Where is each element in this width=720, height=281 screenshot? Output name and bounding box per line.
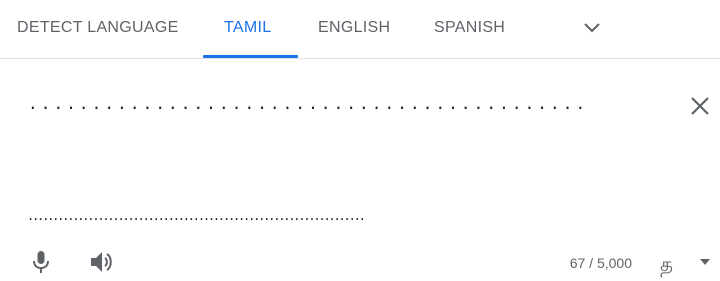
microphone-icon — [33, 251, 49, 273]
voice-input-button[interactable] — [28, 249, 54, 275]
chevron-down-icon — [584, 23, 600, 33]
close-icon — [691, 97, 709, 115]
source-language-tabs: DETECT LANGUAGE TAMIL ENGLISH SPANISH — [0, 0, 720, 59]
source-text-line-2[interactable]: ........................................… — [27, 206, 365, 226]
tab-tamil[interactable]: TAMIL — [224, 0, 271, 58]
active-tab-indicator — [203, 55, 298, 58]
tab-detect-language[interactable]: DETECT LANGUAGE — [17, 0, 179, 58]
caret-down-icon — [700, 259, 710, 265]
listen-button[interactable] — [88, 249, 118, 275]
character-count: 67 / 5,000 — [569, 255, 632, 271]
clear-source-text-button[interactable] — [686, 92, 714, 120]
more-languages-button[interactable] — [578, 14, 606, 42]
tamil-input-tool-icon: த — [660, 252, 674, 276]
translate-source-panel: DETECT LANGUAGE TAMIL ENGLISH SPANISH ..… — [0, 0, 720, 281]
tab-spanish[interactable]: SPANISH — [434, 0, 505, 58]
input-tools-button[interactable]: த — [660, 251, 716, 277]
speaker-icon — [91, 252, 112, 272]
tab-english[interactable]: ENGLISH — [318, 0, 390, 58]
source-text-line-1[interactable]: ........................................… — [28, 92, 592, 116]
